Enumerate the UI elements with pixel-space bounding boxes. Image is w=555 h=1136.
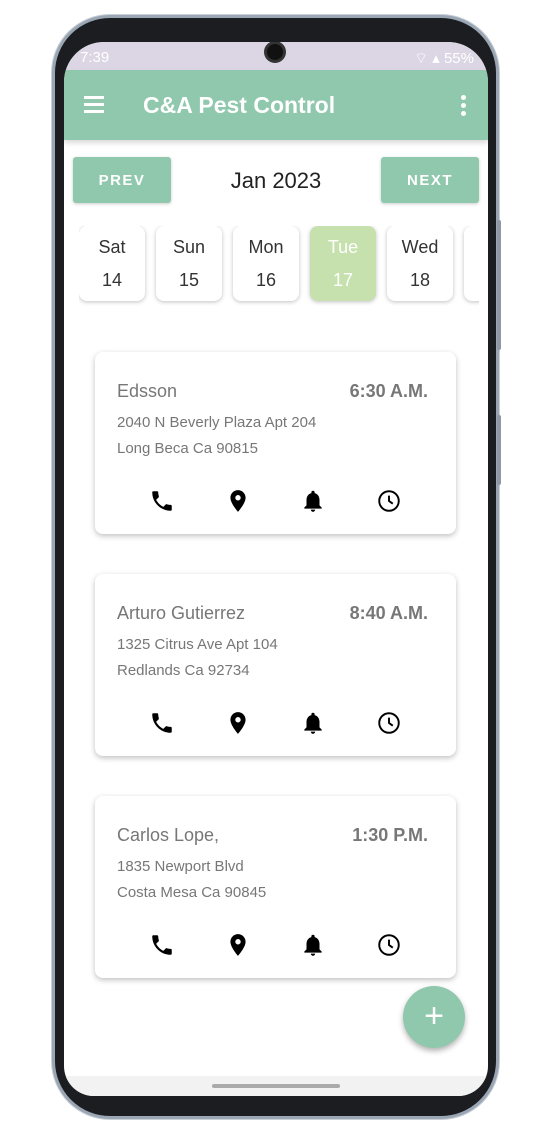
bell-icon[interactable] <box>300 710 326 736</box>
day-chip[interactable]: Mon 16 <box>233 226 299 301</box>
appointment-time: 8:40 A.M. <box>349 603 428 623</box>
phone-icon[interactable] <box>149 710 175 736</box>
clock-icon[interactable] <box>376 932 402 958</box>
battery-level: 55% <box>443 50 474 67</box>
more-options-icon[interactable] <box>461 95 466 119</box>
day-chip-partial[interactable] <box>464 226 479 301</box>
customer-name: Carlos Lope, <box>117 825 220 845</box>
status-right: ⌔ ▴ 55% <box>414 49 474 68</box>
day-date: 15 <box>178 270 200 290</box>
day-name: Tue <box>327 237 359 257</box>
home-handle[interactable] <box>212 1084 340 1088</box>
phone-icon[interactable] <box>149 932 175 958</box>
appointment-time: 6:30 A.M. <box>349 381 428 401</box>
prev-button[interactable]: PREV <box>73 157 171 203</box>
screen: 7:39 ⌔ ▴ 55% C&A Pest Control Jan 2023 P… <box>64 42 488 1096</box>
appointment-time: 1:30 P.M. <box>352 825 428 845</box>
address-line-1: 1325 Citrus Ave Apt 104 <box>117 636 278 653</box>
customer-name: Arturo Gutierrez <box>117 603 246 623</box>
location-pin-icon[interactable] <box>225 488 251 514</box>
system-nav-bar <box>64 1076 488 1096</box>
wifi-signal-icon: ⌔ ▴ <box>414 50 444 67</box>
clock-icon[interactable] <box>376 488 402 514</box>
day-date: 16 <box>255 270 277 290</box>
hamburger-menu-icon[interactable] <box>84 96 104 113</box>
status-time: 7:39 <box>80 49 110 66</box>
app-bar: C&A Pest Control <box>64 70 488 140</box>
address-line-2: Redlands Ca 92734 <box>117 662 250 679</box>
phone-icon[interactable] <box>149 488 175 514</box>
day-chip[interactable]: Wed 18 <box>387 226 453 301</box>
appointment-card[interactable]: Arturo Gutierrez 8:40 A.M. 1325 Citrus A… <box>95 574 456 756</box>
day-name: Sat <box>98 237 126 257</box>
customer-name: Edsson <box>117 381 178 401</box>
day-chip[interactable]: Sun 15 <box>156 226 222 301</box>
bell-icon[interactable] <box>300 488 326 514</box>
app-title: C&A Pest Control <box>143 92 336 118</box>
bell-icon[interactable] <box>300 932 326 958</box>
day-chip-selected[interactable]: Tue 17 <box>310 226 376 301</box>
appointment-card[interactable]: Carlos Lope, 1:30 P.M. 1835 Newport Blvd… <box>95 796 456 978</box>
day-name: Wed <box>401 237 439 257</box>
next-button[interactable]: NEXT <box>381 157 479 203</box>
location-pin-icon[interactable] <box>225 932 251 958</box>
day-strip[interactable]: Sat 14 Sun 15 Mon 16 Tue 17 Wed 18 <box>79 226 479 306</box>
clock-icon[interactable] <box>376 710 402 736</box>
power-button <box>497 415 501 485</box>
address-line-1: 2040 N Beverly Plaza Apt 204 <box>117 414 317 431</box>
add-appointment-button[interactable]: + <box>403 986 465 1048</box>
status-bar: 7:39 ⌔ ▴ 55% <box>64 42 488 70</box>
volume-button <box>497 220 501 350</box>
address-line-1: 1835 Newport Blvd <box>117 858 244 875</box>
day-date: 18 <box>409 270 431 290</box>
day-chip[interactable]: Sat 14 <box>79 226 145 301</box>
appointment-card[interactable]: Edsson 6:30 A.M. 2040 N Beverly Plaza Ap… <box>95 352 456 534</box>
day-date: 14 <box>101 270 123 290</box>
day-date: 17 <box>332 270 354 290</box>
address-line-2: Costa Mesa Ca 90845 <box>117 884 267 901</box>
location-pin-icon[interactable] <box>225 710 251 736</box>
day-name: Mon <box>248 237 284 257</box>
address-line-2: Long Beca Ca 90815 <box>117 440 258 457</box>
day-name: Sun <box>172 237 206 257</box>
camera-icon <box>264 42 286 63</box>
